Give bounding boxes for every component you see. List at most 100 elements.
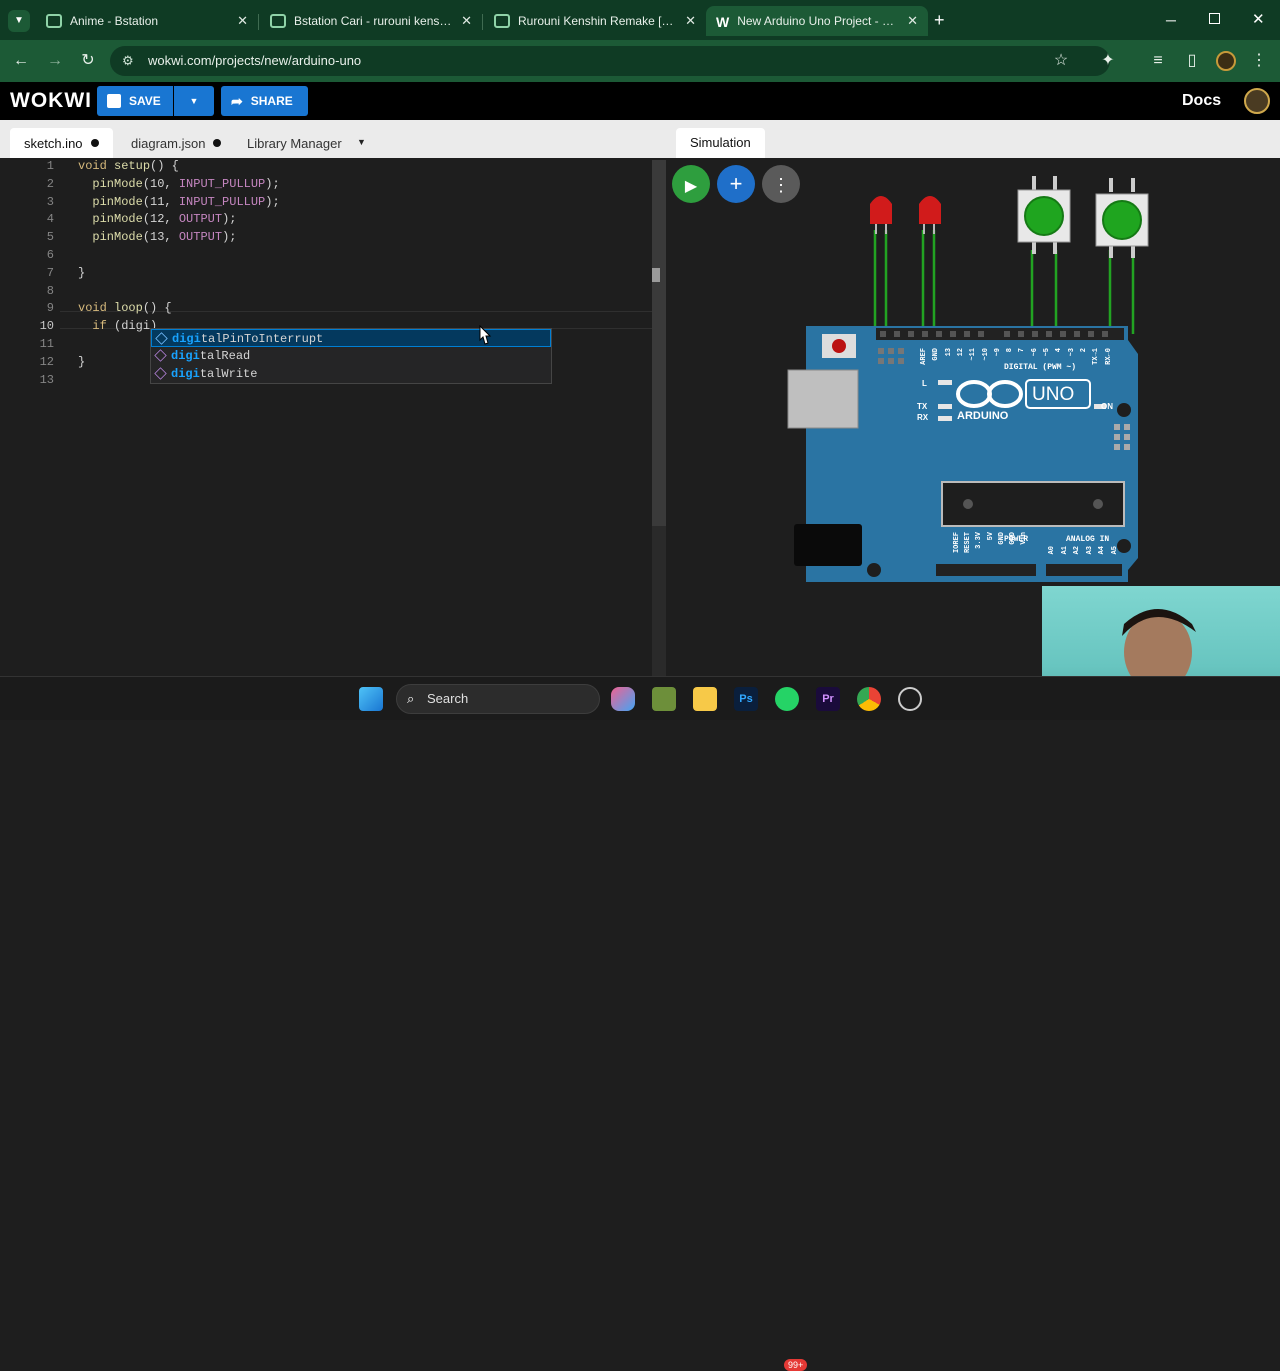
- obs-icon[interactable]: [898, 687, 922, 711]
- board-analog-label: ANALOG IN: [1066, 535, 1110, 544]
- power-jack: [794, 524, 862, 566]
- wokwi-favicon-icon: W: [716, 14, 730, 30]
- pin-label: GND: [932, 348, 941, 361]
- tab-title: Rurouni Kenshin Remake [2023]: [518, 14, 678, 28]
- editor-scrollbar[interactable]: [652, 160, 666, 526]
- save-label: SAVE: [129, 94, 161, 108]
- suggestion-item[interactable]: digitalRead: [151, 347, 551, 365]
- line-number: 1: [46, 159, 54, 173]
- windows-start-icon[interactable]: [359, 687, 383, 711]
- code-line: }: [78, 265, 86, 280]
- pin-label: 13: [944, 348, 953, 357]
- tab-title: New Arduino Uno Project - Wokwi: [737, 14, 900, 28]
- pin-label: IOREF: [953, 532, 961, 554]
- search-icon: ⌕: [407, 691, 415, 706]
- profile-avatar[interactable]: [1216, 51, 1236, 71]
- line-number: 6: [46, 248, 54, 262]
- save-button[interactable]: SAVE: [97, 86, 173, 116]
- tab-diagram-json[interactable]: diagram.json: [117, 128, 235, 158]
- line-number: 7: [46, 265, 54, 280]
- minimize-icon[interactable]: ─: [1166, 12, 1176, 28]
- user-avatar[interactable]: [1244, 88, 1270, 114]
- wokwi-header: WOKWI SAVE ▼ ➦ SHARE Docs: [0, 82, 1280, 120]
- tab-menu-chevron-icon[interactable]: ▼: [357, 137, 366, 147]
- media-control-icon[interactable]: ≡: [1147, 50, 1169, 72]
- browser-tab-anime[interactable]: Anime - Bstation ✕: [36, 6, 258, 36]
- line-number: 10: [39, 319, 54, 334]
- file-explorer-icon[interactable]: [693, 687, 717, 711]
- new-tab-button[interactable]: +: [934, 10, 945, 31]
- editor-scrollbar-track: [652, 526, 666, 676]
- code-editor[interactable]: 1 2 3 4 5 6 7 8 9 10 11 12 13 void setup() { pinMode…: [0, 158, 666, 676]
- pin-label: 4: [1055, 348, 1064, 353]
- back-icon[interactable]: ←: [10, 50, 32, 72]
- line-number: 11: [39, 337, 54, 351]
- pin-label: ~3: [1067, 348, 1076, 357]
- whatsapp-icon[interactable]: [775, 687, 799, 711]
- board-tx-label: TX: [917, 402, 928, 411]
- site-settings-icon[interactable]: ⚙: [122, 46, 134, 76]
- share-button[interactable]: ➦ SHARE: [221, 86, 308, 116]
- extensions-icon[interactable]: ✦: [1097, 50, 1119, 72]
- chrome-icon[interactable]: [857, 687, 881, 711]
- red-led[interactable]: [870, 196, 892, 234]
- pin-label: 2: [1079, 348, 1088, 353]
- close-icon[interactable]: ✕: [685, 13, 696, 29]
- close-window-icon[interactable]: ✕: [1252, 10, 1265, 28]
- close-icon[interactable]: ✕: [907, 13, 918, 29]
- board-rx-label: RX: [917, 413, 929, 422]
- taskbar-search[interactable]: ⌕ Search: [396, 684, 600, 714]
- line-number: 2: [46, 176, 54, 191]
- pin-label: A3: [1085, 546, 1094, 555]
- bstation-icon: [46, 14, 62, 28]
- docs-link[interactable]: Docs: [1182, 92, 1221, 110]
- tab-label: Library Manager: [247, 135, 342, 151]
- close-icon[interactable]: ✕: [461, 13, 472, 29]
- bookmark-star-icon[interactable]: ☆: [1050, 50, 1072, 72]
- browser-menu-icon[interactable]: ⋮: [1248, 50, 1270, 72]
- reload-icon[interactable]: ↻: [77, 50, 99, 72]
- board-digital-label: DIGITAL (PWM ~): [1004, 363, 1077, 372]
- pushbutton[interactable]: [1017, 176, 1071, 254]
- code-line: pinMode(12, OUTPUT);: [92, 212, 237, 227]
- copilot-icon[interactable]: [611, 687, 635, 711]
- url-text: wokwi.com/projects/new/arduino-uno: [148, 53, 362, 68]
- pushbutton[interactable]: [1095, 178, 1149, 258]
- restore-icon[interactable]: [1209, 13, 1220, 24]
- pin-label: ~6: [1030, 348, 1039, 357]
- tab-library-manager[interactable]: Library Manager: [233, 128, 356, 158]
- forward-icon[interactable]: →: [44, 50, 66, 72]
- suggestion-match: digi: [171, 367, 200, 381]
- red-led[interactable]: [919, 196, 941, 234]
- browser-tab-wokwi[interactable]: W New Arduino Uno Project - Wokwi ✕: [706, 6, 928, 36]
- photoshop-icon[interactable]: Ps: [734, 687, 758, 711]
- suggestion-match: digi: [171, 349, 200, 363]
- tab-sketch-ino[interactable]: sketch.ino: [10, 128, 113, 158]
- editor-tab-bar: sketch.ino diagram.json Library Manager …: [0, 120, 666, 158]
- code-line: void setup() {: [78, 159, 179, 173]
- side-panel-icon[interactable]: ▯: [1181, 50, 1203, 72]
- pin-label: A5: [1110, 546, 1119, 555]
- pin-label: ~11: [969, 348, 978, 361]
- search-label: Search: [427, 691, 469, 706]
- tab-search-dropdown[interactable]: ▼: [8, 10, 30, 32]
- pin-label: GND: [1009, 532, 1017, 545]
- browser-tab-rurouni[interactable]: Rurouni Kenshin Remake [2023] ✕: [484, 6, 706, 36]
- premiere-icon[interactable]: Pr: [816, 687, 840, 711]
- tab-simulation[interactable]: Simulation: [676, 128, 765, 158]
- suggestion-item[interactable]: digitalWrite: [151, 365, 551, 383]
- board-l-label: L: [922, 379, 927, 388]
- address-bar[interactable]: ⚙ wokwi.com/projects/new/arduino-uno: [110, 46, 1110, 76]
- board-brand-label: ARDUINO: [957, 410, 1009, 422]
- tab-title: Bstation Cari - rurouni kenshin: [294, 14, 454, 28]
- scrollbar-thumb[interactable]: [652, 268, 660, 282]
- save-dropdown-button[interactable]: ▼: [174, 86, 214, 116]
- browser-tab-bstation-cari[interactable]: Bstation Cari - rurouni kenshin ✕: [260, 6, 482, 36]
- pin-label: 8: [1006, 348, 1015, 353]
- minecraft-icon[interactable]: [652, 687, 676, 711]
- wokwi-logo[interactable]: WOKWI: [10, 89, 92, 113]
- close-icon[interactable]: ✕: [237, 13, 248, 29]
- code-line: pinMode(13, OUTPUT);: [92, 230, 237, 245]
- line-number: 3: [46, 194, 54, 209]
- method-cube-icon: [155, 332, 168, 345]
